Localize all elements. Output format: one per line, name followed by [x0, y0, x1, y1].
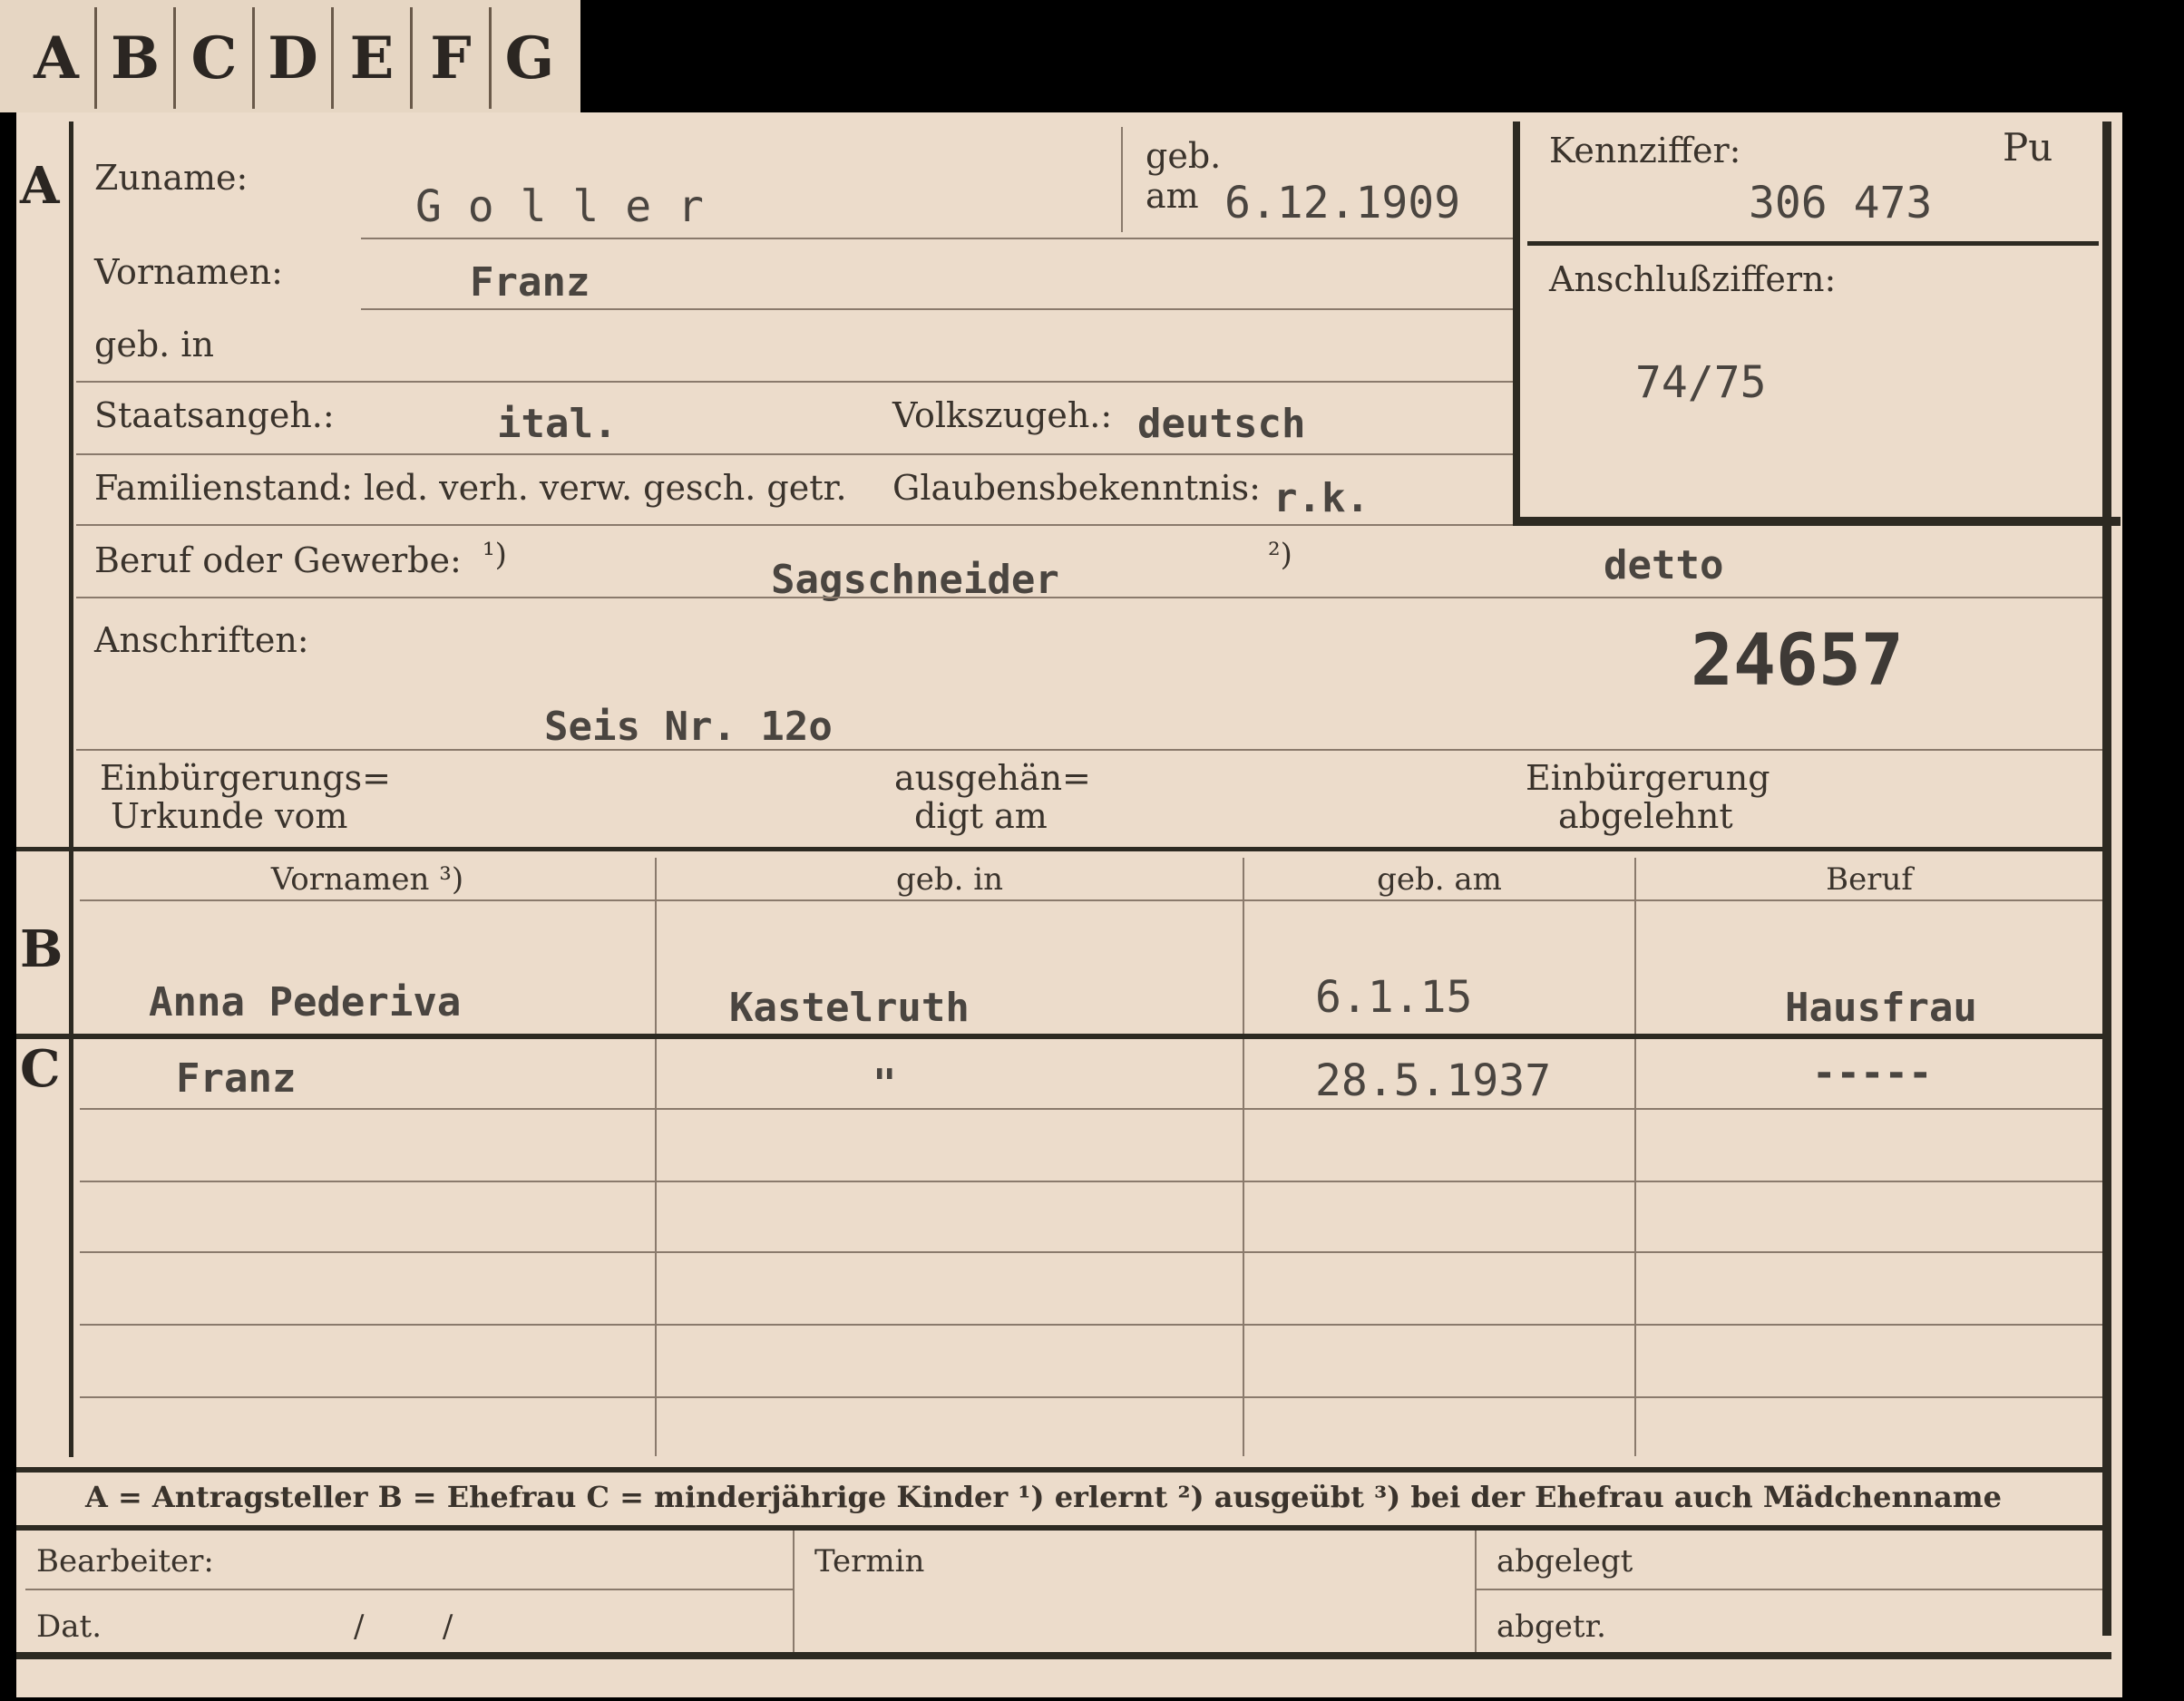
- header-firstnames: Vornamen ³): [270, 861, 464, 898]
- section-a-border: [69, 122, 73, 847]
- date-label: Dat.: [36, 1609, 102, 1645]
- naturalization-label-1: Einbürgerungs=: [100, 758, 391, 798]
- code-tag: Pu: [2003, 125, 2053, 170]
- rule-citizenship: [76, 453, 1513, 455]
- born-label-1: geb.: [1146, 136, 1222, 176]
- tab-a[interactable]: A: [18, 7, 97, 109]
- copied-label: abgetr.: [1497, 1609, 1606, 1645]
- legend-top-border: [16, 1467, 2111, 1473]
- rule-row-2: [80, 1181, 2102, 1182]
- child-birthplace: ": [873, 1061, 897, 1107]
- rule-profession: [76, 597, 2102, 598]
- rule-surname: [361, 238, 1513, 239]
- tab-strip: A B C D E F G: [0, 0, 580, 112]
- rule-birthplace: [76, 381, 1513, 383]
- address-value: Seis Nr. 12o: [544, 704, 833, 750]
- tab-b[interactable]: B: [97, 7, 176, 109]
- col-divider-3: [1634, 858, 1636, 1456]
- header-birthdate: geb. am: [1377, 861, 1502, 898]
- marital-label: Familienstand: led. verh. verw. gesch. g…: [94, 468, 847, 508]
- surname-value: G o l l e r: [415, 181, 704, 232]
- spouse-birthdate: 6.1.15: [1315, 972, 1473, 1023]
- profession-note-1: ¹): [483, 537, 507, 573]
- citizenship-value: ital.: [497, 401, 618, 447]
- registration-card: A Kennziffer: Pu 306 473 Anschlußziffern…: [16, 112, 2122, 1697]
- rule-header: [80, 899, 2102, 901]
- rule-marital: [76, 524, 1513, 526]
- section-bc-divider: [16, 1034, 2111, 1039]
- firstname-label: Vornamen:: [94, 252, 283, 292]
- idbox-divider: [1527, 241, 2099, 246]
- section-b-marker: B: [20, 919, 63, 979]
- citizenship-label: Staatsangeh.:: [94, 395, 335, 435]
- card-right-border: [2102, 122, 2111, 1636]
- profession-practiced-value: detto: [1604, 542, 1724, 588]
- child-name: Franz: [176, 1055, 297, 1102]
- idbox-bottom-border: [1513, 517, 2121, 526]
- rule-row-5: [80, 1396, 2102, 1398]
- footer-divider-2: [1475, 1531, 1477, 1657]
- tab-e[interactable]: E: [334, 7, 413, 109]
- stamp-number: 24657: [1691, 620, 1904, 702]
- rule-firstname: [361, 308, 1513, 310]
- sub-code-value: 74/75: [1635, 357, 1767, 408]
- footer-divider-1: [793, 1531, 795, 1657]
- card-bottom-border: [16, 1652, 2111, 1659]
- surname-label: Zuname:: [94, 158, 249, 198]
- profession-note-2: ²): [1268, 537, 1292, 573]
- child-birthdate: 28.5.1937: [1315, 1055, 1552, 1106]
- spouse-birthplace: Kastelruth: [729, 985, 970, 1031]
- col-divider-2: [1243, 858, 1244, 1456]
- rule-row-1: [80, 1108, 2102, 1110]
- firstname-value: Franz: [470, 259, 590, 306]
- tab-d[interactable]: D: [255, 7, 334, 109]
- section-bc-border: [69, 851, 73, 1457]
- rule-row-3: [80, 1251, 2102, 1253]
- idbox-left-border: [1513, 122, 1520, 526]
- address-label: Anschriften:: [94, 620, 309, 660]
- born-label-2: am: [1146, 176, 1199, 216]
- clerk-label: Bearbeiter:: [36, 1543, 214, 1580]
- rejected-label-2: abgelehnt: [1558, 796, 1733, 836]
- spouse-name: Anna Pederiva: [149, 979, 462, 1025]
- born-divider: [1121, 127, 1123, 232]
- ethnicity-label: Volkszugeh.:: [892, 395, 1113, 435]
- child-profession: -----: [1812, 1050, 1933, 1096]
- ethnicity-value: deutsch: [1137, 401, 1306, 447]
- handed-label-1: ausgehän=: [894, 758, 1091, 798]
- date-value: / /: [354, 1609, 453, 1645]
- section-ab-divider: [16, 847, 2111, 851]
- legend-bottom-border: [16, 1525, 2111, 1531]
- rule-address: [76, 749, 2102, 751]
- naturalization-label-2: Urkunde vom: [111, 796, 348, 836]
- col-divider-1: [655, 858, 657, 1456]
- rule-filed: [1475, 1589, 2102, 1590]
- section-c-marker: C: [20, 1039, 61, 1099]
- birthplace-label: geb. in: [94, 325, 214, 364]
- header-profession: Beruf: [1826, 861, 1913, 898]
- rule-row-4: [80, 1324, 2102, 1326]
- code-label: Kennziffer:: [1549, 131, 1741, 170]
- rule-clerk: [25, 1589, 793, 1590]
- legend-text: A = Antragsteller B = Ehefrau C = minder…: [85, 1480, 2002, 1514]
- tab-c[interactable]: C: [176, 7, 255, 109]
- deadline-label: Termin: [814, 1543, 925, 1580]
- header-birthplace: geb. in: [895, 861, 1004, 898]
- code-value: 306 473: [1749, 178, 1933, 228]
- tab-g[interactable]: G: [492, 7, 568, 109]
- religion-value: r.k.: [1273, 475, 1370, 521]
- filed-label: abgelegt: [1497, 1543, 1633, 1580]
- profession-label: Beruf oder Gewerbe:: [94, 540, 462, 580]
- rejected-label-1: Einbürgerung: [1526, 758, 1770, 798]
- sub-code-label: Anschlußziffern:: [1549, 259, 1837, 299]
- born-date-value: 6.12.1909: [1224, 178, 1461, 228]
- tab-f[interactable]: F: [413, 7, 492, 109]
- religion-label: Glaubensbekenntnis:: [892, 468, 1261, 508]
- section-a-marker: A: [20, 156, 60, 216]
- handed-label-2: digt am: [914, 796, 1048, 836]
- spouse-profession: Hausfrau: [1785, 985, 1977, 1031]
